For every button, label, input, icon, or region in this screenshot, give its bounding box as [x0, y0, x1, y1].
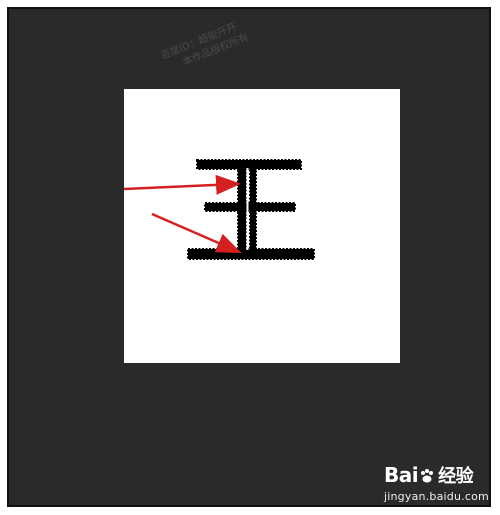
red-arrow-bottom: [151, 212, 242, 253]
glyph-selection: [123, 159, 315, 260]
logo-brand-suffix: 经验: [438, 466, 474, 487]
glyph-wang: [187, 159, 315, 260]
logo-url: jingyan.baidu.com: [384, 490, 489, 503]
glyph-vertical-stroke-left: [237, 165, 247, 253]
red-arrow-top: [123, 174, 241, 195]
glyph-vertical-stroke-right: [249, 165, 257, 253]
baidu-jingyan-logo: Bai 经验 jingyan.baidu.com: [384, 462, 494, 508]
logo-brand: Bai: [384, 463, 419, 487]
baidu-paw-icon: [421, 469, 434, 483]
